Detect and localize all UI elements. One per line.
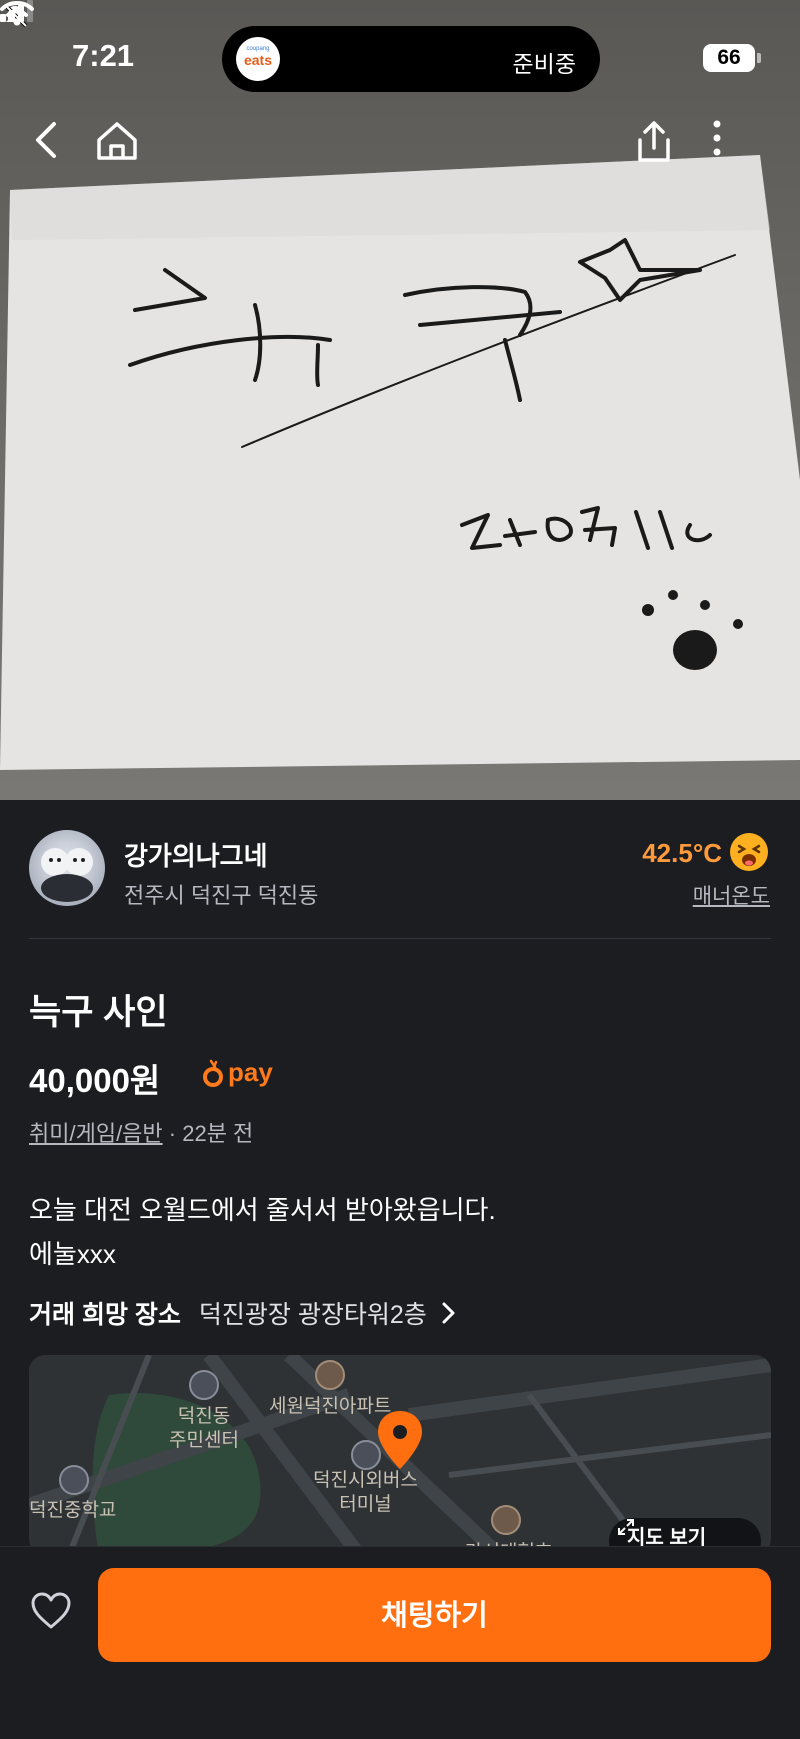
- map-label-community-center: 덕진동 주민센터: [169, 1406, 239, 1451]
- expand-icon: [618, 1519, 634, 1535]
- description-line: 에눌xxx: [29, 1239, 116, 1269]
- bottom-action-bar: 채팅하기: [0, 1546, 800, 1739]
- category-link[interactable]: 취미/게임/음반: [29, 1121, 163, 1146]
- map-label-bus-terminal: 덕진시외버스 터미널: [313, 1470, 418, 1515]
- status-bar: 7:21 coupang eats 준비중 66: [0, 0, 800, 110]
- meeting-place-row[interactable]: 거래 희망 장소 덕진광장 광장타워2층: [29, 1295, 459, 1331]
- heart-icon[interactable]: [29, 1591, 73, 1631]
- battery-nub: [757, 53, 761, 63]
- status-time: 7:21: [72, 38, 135, 73]
- carrot-icon: [203, 1059, 223, 1087]
- seller-name: 강가의나그네: [124, 841, 268, 871]
- listing-title: 늑구 사인: [29, 993, 168, 1032]
- school-icon: [59, 1465, 89, 1495]
- chevron-right-icon: [442, 1302, 455, 1324]
- seller-location: 전주시 덕진구 덕진동: [124, 883, 319, 908]
- listing-description: 오늘 대전 오월드에서 줄서서 받아왔읍니다. 에눌xxx: [29, 1188, 496, 1276]
- divider: [29, 938, 771, 939]
- home-icon: [97, 122, 137, 160]
- apartment-icon: [315, 1360, 345, 1390]
- meeting-place-map[interactable]: 덕진동 주민센터 세원덕진아파트 덕진시외버스 터미널 덕진중학교 라서대형호 …: [29, 1355, 771, 1555]
- chat-button[interactable]: 채팅하기: [98, 1568, 771, 1662]
- excited-face-icon: [730, 833, 768, 871]
- back-button[interactable]: [32, 120, 78, 166]
- product-photo[interactable]: 7:21 coupang eats 준비중 66: [0, 0, 800, 800]
- home-button[interactable]: [95, 120, 141, 166]
- manner-temperature-link[interactable]: 매너온도: [693, 880, 770, 910]
- chevron-left-icon: [36, 122, 56, 158]
- share-icon: [638, 121, 670, 162]
- island-status-text: 준비중: [512, 51, 576, 77]
- battery-level: 66: [703, 44, 755, 72]
- more-button[interactable]: [712, 120, 758, 166]
- map-label-school: 덕진중학교: [29, 1500, 117, 1521]
- share-button[interactable]: [634, 120, 680, 166]
- coupang-eats-logo: coupang eats: [236, 37, 280, 81]
- seller-profile[interactable]: 강가의나그네 전주시 덕진구 덕진동 42.5°C 매너온도: [0, 800, 800, 940]
- time-ago: · 22분 전: [168, 1121, 254, 1146]
- avatar-image: [41, 848, 93, 902]
- more-vertical-icon: [713, 120, 721, 156]
- description-line: 오늘 대전 오월드에서 줄서서 받아왔읍니다.: [29, 1195, 496, 1225]
- karrot-pay-badge: pay: [202, 1057, 273, 1088]
- listing-price: 40,000원: [29, 1062, 161, 1099]
- location-pin-icon: [378, 1411, 422, 1469]
- wifi-icon: [0, 1, 34, 26]
- government-building-icon: [189, 1370, 219, 1400]
- avatar[interactable]: [29, 830, 105, 906]
- listing-meta: 취미/게임/음반 · 22분 전: [29, 1116, 253, 1148]
- meeting-place-label: 거래 희망 장소: [29, 1301, 181, 1329]
- manner-temperature: 42.5°C: [642, 838, 722, 868]
- pay-label: pay: [228, 1057, 273, 1087]
- map-label-apartment: 세원덕진아파트: [269, 1396, 392, 1417]
- dynamic-island[interactable]: coupang eats 준비중: [222, 26, 600, 92]
- building-icon: [491, 1505, 521, 1535]
- meeting-place-value: 덕진광장 광장타워2층: [198, 1301, 427, 1329]
